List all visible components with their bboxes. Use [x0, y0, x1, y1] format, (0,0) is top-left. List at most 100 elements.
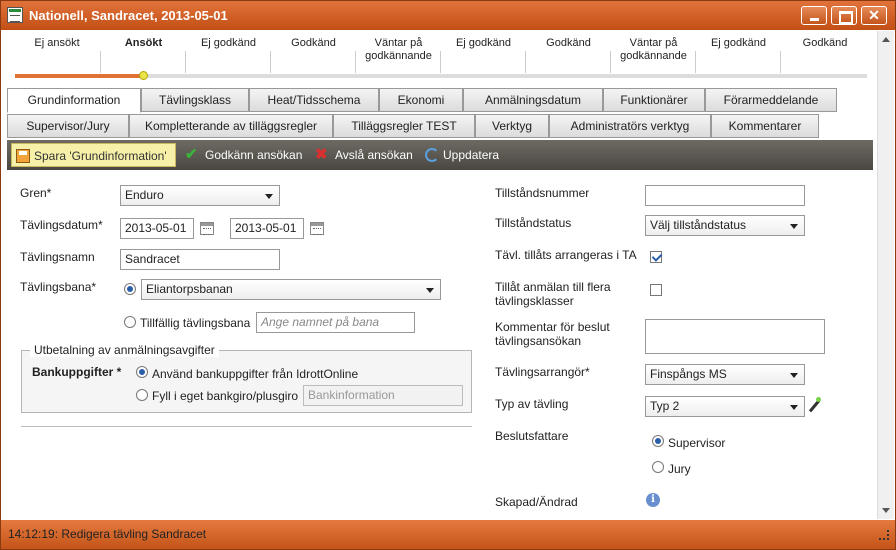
tillstandstatus-select[interactable]: Välj tillståndstatus: [645, 215, 805, 236]
magic-wand-icon[interactable]: [807, 397, 823, 413]
save-button[interactable]: Spara 'Grundinformation': [11, 143, 176, 167]
refresh-button[interactable]: Uppdatera: [421, 143, 511, 167]
status-progress-marker: [139, 71, 148, 80]
beslut-supervisor-radio[interactable]: [652, 435, 664, 447]
step-vantar-2[interactable]: Väntar på godkännande: [611, 37, 696, 73]
tavlingsdatum-label: Tävlingsdatum*: [20, 218, 103, 232]
chevron-down-icon: [790, 224, 798, 229]
kommentar-textarea[interactable]: [645, 319, 825, 354]
status-text: 14:12:19: Redigera tävling Sandracet: [8, 527, 207, 541]
step-godkand-1[interactable]: Godkänd: [271, 37, 356, 73]
arrangor-select[interactable]: Finspångs MS: [645, 364, 805, 385]
date-to-input[interactable]: 2013-05-01: [230, 218, 304, 239]
flera-checkbox[interactable]: [650, 284, 662, 296]
tab-kompletterande[interactable]: Kompletterande av tilläggsregler: [129, 114, 333, 138]
chevron-down-icon: [790, 405, 798, 410]
tab-administrators-verktyg[interactable]: Administratörs verktyg: [549, 114, 711, 138]
vertical-scrollbar[interactable]: [877, 31, 894, 519]
gren-label: Gren*: [20, 186, 52, 200]
tab-forarmeddelande[interactable]: Förarmeddelande: [705, 88, 837, 112]
divider: [21, 426, 472, 427]
reject-icon: ✖: [315, 146, 328, 163]
step-ej-godkand-1[interactable]: Ej godkänd: [186, 37, 271, 73]
tillstandsnummer-input[interactable]: [645, 185, 805, 206]
beslut-jury-radio[interactable]: [652, 461, 664, 473]
close-icon: ✕: [868, 7, 880, 23]
calendar-icon[interactable]: [200, 222, 214, 235]
bank-own-radio[interactable]: [136, 389, 148, 401]
utbetalning-group-title: Utbetalning av anmälningsavgifter: [30, 343, 219, 357]
gren-select[interactable]: Enduro: [120, 185, 280, 206]
window-title: Nationell, Sandracet, 2013-05-01: [29, 8, 228, 23]
refresh-icon: [425, 148, 439, 162]
tab-grundinformation[interactable]: Grundinformation: [7, 88, 141, 113]
tavlingsnamn-input[interactable]: Sandracet: [120, 249, 280, 270]
minimize-button[interactable]: [801, 6, 827, 25]
tillstandsnummer-label: Tillståndsnummer: [495, 186, 590, 200]
bana-existing-radio[interactable]: [124, 283, 136, 295]
app-icon: [7, 7, 23, 23]
typ-select[interactable]: Typ 2: [645, 396, 805, 417]
tab-supervisor-jury[interactable]: Supervisor/Jury: [7, 114, 129, 138]
bankuppgifter-label: Bankuppgifter *: [32, 365, 122, 379]
arrangor-label: Tävlingsarrangör*: [495, 365, 590, 379]
calendar-icon[interactable]: [310, 222, 324, 235]
tillfallig-bana-input[interactable]: Ange namnet på bana: [256, 312, 415, 333]
checkmark-icon: ✔: [185, 146, 198, 163]
reject-button[interactable]: ✖ Avslå ansökan: [313, 143, 417, 167]
approve-button[interactable]: ✔ Godkänn ansökan: [183, 143, 309, 167]
action-toolbar: Spara 'Grundinformation' ✔ Godkänn ansök…: [7, 140, 873, 170]
step-ej-godkand-3[interactable]: Ej godkänd: [696, 37, 781, 73]
bankinformation-input[interactable]: Bankinformation: [303, 385, 463, 406]
typ-label: Typ av tävling: [495, 397, 569, 411]
chevron-down-icon: [265, 194, 273, 199]
bank-idrottonline-radio[interactable]: [136, 366, 148, 378]
status-progress-track: [15, 71, 867, 80]
kommentar-label: Kommentar för beslut tävlingsansökan: [495, 320, 610, 348]
tavlingsbana-select[interactable]: Eliantorpsbanan: [141, 279, 441, 300]
tillstandstatus-label: Tillståndstatus: [495, 216, 572, 230]
title-bar: Nationell, Sandracet, 2013-05-01 ✕: [1, 1, 895, 30]
tab-heat-tidsschema[interactable]: Heat/Tidsschema: [249, 88, 379, 112]
tab-ekonomi[interactable]: Ekonomi: [379, 88, 463, 112]
flera-label: Tillåt anmälan till flera tävlingsklasse…: [495, 280, 611, 308]
step-ej-godkand-2[interactable]: Ej godkänd: [441, 37, 526, 73]
tillfallig-label: Tillfällig tävlingsbana: [140, 316, 251, 330]
tab-verktyg[interactable]: Verktyg: [475, 114, 549, 138]
tab-kommentarer[interactable]: Kommentarer: [711, 114, 819, 138]
tab-anmalningsdatum[interactable]: Anmälningsdatum: [463, 88, 603, 112]
maximize-button[interactable]: [831, 6, 857, 25]
status-steps: Ej ansökt Ansökt Ej godkänd Godkänd Vänt…: [13, 37, 869, 73]
save-icon: [16, 149, 30, 163]
scroll-down-icon[interactable]: [882, 508, 890, 513]
skapad-label: Skapad/Ändrad: [495, 495, 578, 509]
ta-checkbox[interactable]: [650, 251, 662, 263]
resize-grip-icon[interactable]: [879, 530, 889, 540]
step-godkand-2[interactable]: Godkänd: [526, 37, 611, 73]
step-ansokt[interactable]: Ansökt: [101, 37, 186, 73]
scroll-up-icon[interactable]: [882, 37, 890, 42]
status-bar: 14:12:19: Redigera tävling Sandracet: [1, 520, 895, 549]
step-godkand-3[interactable]: Godkänd: [781, 37, 869, 73]
close-button[interactable]: ✕: [861, 6, 887, 25]
beslutsfattare-label: Beslutsfattare: [495, 429, 569, 443]
bana-temporary-radio[interactable]: [124, 316, 136, 328]
tab-funktionarer[interactable]: Funktionärer: [603, 88, 705, 112]
tab-tavlingsklass[interactable]: Tävlingsklass: [141, 88, 249, 112]
bank-own-label: Fyll i eget bankgiro/plusgiro: [152, 389, 299, 403]
bank-idrottonline-label: Använd bankuppgifter från IdrottOnline: [152, 367, 359, 381]
tab-tillaggsregler-test[interactable]: Tilläggsregler TEST: [333, 114, 475, 138]
info-icon[interactable]: i: [646, 493, 660, 507]
date-from-input[interactable]: 2013-05-01: [120, 218, 194, 239]
status-progress-fill: [15, 74, 143, 78]
tavlingsnamn-label: Tävlingsnamn: [20, 250, 95, 264]
step-vantar-1[interactable]: Väntar på godkännande: [356, 37, 441, 73]
app-window: Nationell, Sandracet, 2013-05-01 ✕ Ej an…: [0, 0, 896, 550]
utbetalning-group: Utbetalning av anmälningsavgifter Bankup…: [21, 343, 472, 413]
ta-label: Tävl. tillåts arrangeras i TA: [495, 248, 637, 262]
chevron-down-icon: [426, 288, 434, 293]
step-ej-ansokt[interactable]: Ej ansökt: [13, 37, 101, 73]
beslut-supervisor-label: Supervisor: [668, 436, 726, 450]
tavlingsbana-label: Tävlingsbana*: [20, 280, 97, 294]
chevron-down-icon: [790, 373, 798, 378]
